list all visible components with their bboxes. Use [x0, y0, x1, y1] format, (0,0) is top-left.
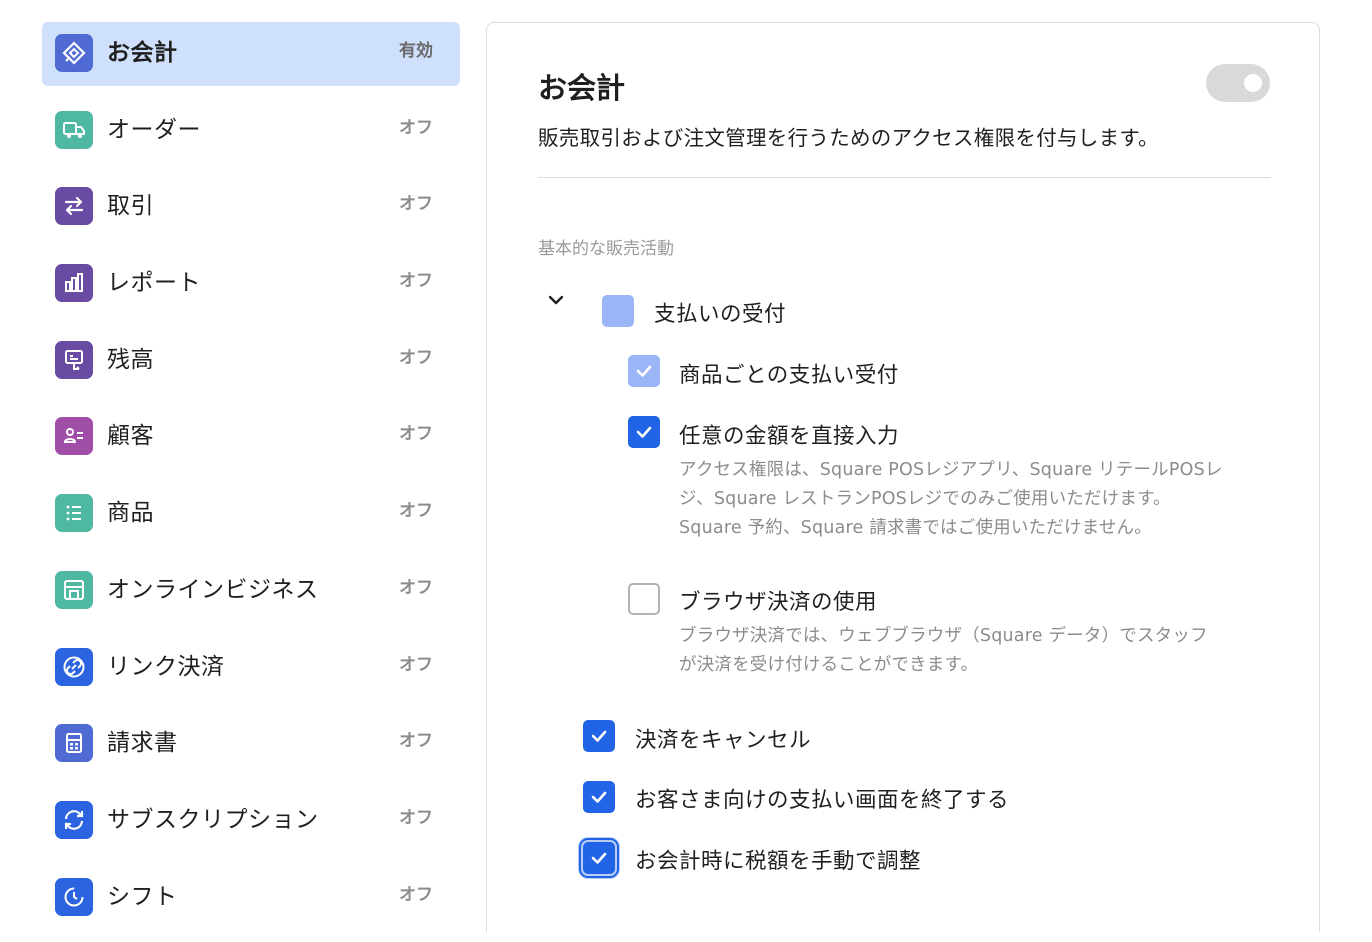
- sidebar-item-status: オフ: [399, 731, 433, 752]
- sidebar-item-status: オフ: [399, 194, 433, 215]
- sidebar-item-status: オフ: [399, 424, 433, 445]
- checkbox-exit-customer-screen[interactable]: [583, 781, 615, 813]
- swap-arrows-icon: [55, 187, 93, 226]
- checkbox-custom-amount[interactable]: [628, 416, 660, 448]
- option-label: 決済をキャンセル: [635, 728, 812, 753]
- sidebar-item-status: オフ: [399, 577, 433, 598]
- sidebar-item-items[interactable]: 商品 オフ: [42, 482, 460, 546]
- option-label: お客さま向けの支払い画面を終了する: [635, 788, 1010, 813]
- help-line: Square 予約、Square 請求書ではご使用いただけません。: [679, 518, 1152, 538]
- sidebar-item-transactions[interactable]: 取引 オフ: [42, 175, 460, 239]
- sidebar-item-label: レポート: [107, 270, 201, 297]
- section-heading: 基本的な販売活動: [538, 239, 674, 259]
- checkmark-icon: [636, 426, 652, 438]
- sidebar-item-label: 請求書: [107, 730, 178, 757]
- sidebar-item-orders[interactable]: オーダー オフ: [42, 99, 460, 163]
- help-line: ブラウザ決済では、ウェブブラウザ（Square データ）でスタッフ: [679, 626, 1208, 646]
- sidebar-item-subscriptions[interactable]: サブスクリプション オフ: [42, 789, 460, 853]
- panel-title: お会計: [538, 71, 626, 105]
- sidebar-item-checkout[interactable]: お会計 有効: [42, 22, 460, 86]
- sidebar-item-invoices[interactable]: 請求書 オフ: [42, 712, 460, 776]
- sidebar-item-label: シフト: [107, 883, 178, 910]
- invoice-calculator-icon: [55, 724, 93, 763]
- sidebar-item-label: オーダー: [107, 116, 201, 143]
- option-help-text: アクセス権限は、Square POSレジアプリ、Square リテールPOSレ …: [679, 456, 1223, 543]
- enable-toggle[interactable]: [1206, 64, 1270, 102]
- sidebar-item-label: サブスクリプション: [107, 806, 319, 833]
- checkbox-browser-payments[interactable]: [628, 583, 660, 615]
- sidebar-item-label: お会計: [107, 40, 178, 66]
- sidebar-item-label: リンク決済: [107, 653, 225, 680]
- sidebar-item-status: 有効: [399, 41, 433, 61]
- balance-screen-icon: [55, 340, 93, 379]
- sidebar-item-label: 顧客: [107, 423, 154, 450]
- refresh-cycle-icon: [55, 800, 93, 839]
- sidebar-item-shifts[interactable]: シフト オフ: [42, 866, 460, 930]
- panel-description: 販売取引および注文管理を行うためのアクセス権限を付与します。: [538, 126, 1159, 150]
- sidebar-item-reports[interactable]: レポート オフ: [42, 252, 460, 316]
- permission-detail-panel: お会計 販売取引および注文管理を行うためのアクセス権限を付与します。 基本的な販…: [486, 22, 1320, 932]
- checkbox-item-payments[interactable]: [628, 355, 660, 387]
- divider: [538, 177, 1271, 178]
- link-circle-icon: [55, 647, 93, 686]
- sidebar-item-status: オフ: [399, 654, 433, 675]
- sidebar-item-status: オフ: [399, 807, 433, 828]
- sidebar-item-balance[interactable]: 残高 オフ: [42, 329, 460, 393]
- sidebar-item-label: 商品: [107, 500, 154, 527]
- sidebar-item-label: 取引: [107, 193, 154, 220]
- sidebar-item-label: 残高: [107, 346, 154, 373]
- option-label: お会計時に税額を手動で調整: [635, 849, 922, 874]
- help-line: が決済を受け付けることができます。: [679, 655, 979, 675]
- help-line: アクセス権限は、Square POSレジアプリ、Square リテールPOSレ: [679, 460, 1223, 480]
- option-label: 商品ごとの支払い受付: [679, 363, 899, 388]
- bar-chart-icon: [55, 264, 93, 303]
- delivery-truck-icon: [55, 110, 93, 149]
- checkbox-cancel-payments[interactable]: [583, 720, 615, 752]
- checkmark-icon: [591, 791, 607, 803]
- customer-card-icon: [55, 417, 93, 456]
- sidebar-item-status: オフ: [399, 117, 433, 138]
- option-label: 任意の金額を直接入力: [679, 424, 900, 449]
- option-help-text: ブラウザ決済では、ウェブブラウザ（Square データ）でスタッフ が決済を受け…: [679, 622, 1208, 680]
- help-line: ジ、Square レストランPOSレジでのみご使用いただけます。: [679, 489, 1171, 509]
- checkmark-icon: [636, 365, 652, 377]
- group-checkbox-accept-payments[interactable]: [602, 295, 634, 327]
- checkbox-adjust-tax[interactable]: [579, 838, 619, 878]
- chevron-down-icon[interactable]: [547, 291, 565, 309]
- sidebar-item-label: オンラインビジネス: [107, 576, 319, 603]
- checkmark-icon: [591, 730, 607, 742]
- sidebar-item-status: オフ: [399, 501, 433, 522]
- permissions-sidebar: お会計 有効 オーダー オフ 取引 オフ レポート オフ 残高 オフ 顧客 オフ…: [42, 22, 460, 942]
- storefront-icon: [55, 570, 93, 609]
- checkmark-icon: [591, 852, 607, 864]
- toggle-knob: [1244, 74, 1262, 92]
- sidebar-item-status: オフ: [399, 271, 433, 292]
- diamond-tag-icon: [55, 34, 93, 72]
- sidebar-item-status: オフ: [399, 347, 433, 368]
- sidebar-item-status: オフ: [399, 884, 433, 905]
- group-label: 支払いの受付: [654, 302, 787, 327]
- sidebar-item-customers[interactable]: 顧客 オフ: [42, 405, 460, 469]
- option-label: ブラウザ決済の使用: [679, 590, 878, 615]
- sidebar-item-online-business[interactable]: オンラインビジネス オフ: [42, 559, 460, 623]
- item-list-icon: [55, 494, 93, 533]
- sidebar-item-payment-links[interactable]: リンク決済 オフ: [42, 636, 460, 700]
